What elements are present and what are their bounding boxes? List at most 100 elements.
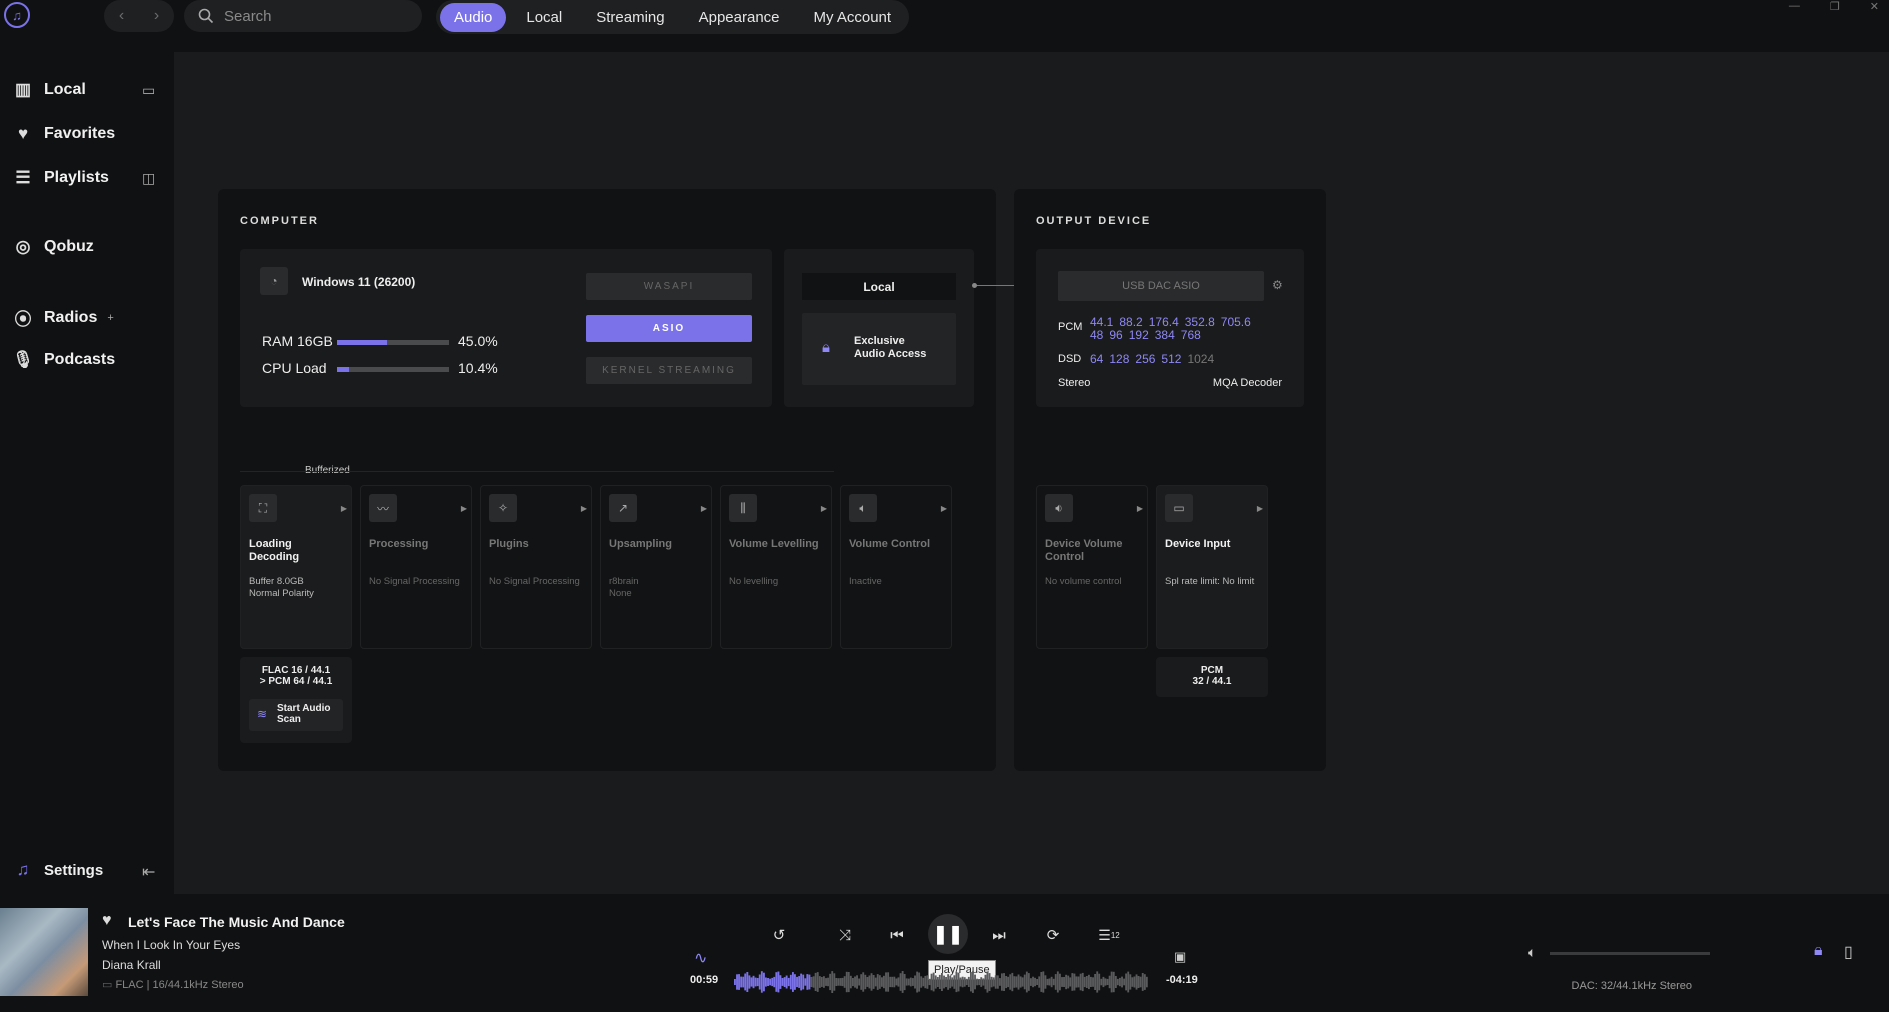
pipeline-stage[interactable]: 〰 ▶ Processing No Signal Processing [360,485,472,649]
waveform-bar [1127,971,1130,993]
shuffle-icon[interactable]: ⤨ [832,922,858,948]
forward-icon[interactable]: › [154,7,159,25]
back-icon[interactable]: ‹ [119,7,124,25]
app-logo-icon[interactable]: ♫ [4,2,30,28]
queue-icon[interactable]: ☰ 12 [1094,922,1124,948]
waveform-bar [1025,971,1028,993]
waveform-bar [1046,978,1049,986]
exclusive-lock-icon[interactable]: 🔒︎ [1814,942,1823,960]
speaker-device-icon[interactable]: ▯ [1844,942,1853,962]
tab-audio[interactable]: Audio [440,2,507,32]
waveform-bar [1123,978,1126,986]
asio-button[interactable]: ASIO [586,315,752,342]
play-pause-button[interactable]: ❚❚ [928,914,968,954]
pipeline-stage[interactable]: ↗ ▶ Upsampling r8brain None [600,485,712,649]
sidebar-item-radios[interactable]: ⦿ Radios + [12,305,114,330]
waveform-bar [1038,976,1041,988]
search-box[interactable] [184,0,422,32]
route-local[interactable]: Local [802,273,956,300]
tab-appearance[interactable]: Appearance [685,3,794,32]
pipeline-stage[interactable]: ✧ ▶ Plugins No Signal Processing [480,485,592,649]
exclusive-access-toggle[interactable]: 🔒︎ Exclusive Audio Access [802,313,956,385]
waveform-bar [736,974,738,990]
waveform-bar [1013,976,1016,988]
pipeline-stage[interactable]: 🔈︎ ▶ Volume Control Inactive [840,485,952,649]
sidebar-item-playlists[interactable]: ☰ Playlists [12,168,109,188]
tab-my-account[interactable]: My Account [800,3,906,32]
pcm-rate: 768 [1180,328,1201,342]
stage-arrow-icon: ▶ [340,504,347,513]
waveform-bar [1011,972,1014,992]
next-track-icon[interactable]: ⏭︎ [986,922,1012,948]
pcm-rate: 48 [1090,328,1104,342]
waveform-bar [907,978,910,986]
waveform-bar [1032,976,1034,988]
pcm-label: PCM [1058,321,1083,333]
waveform-bar [1125,973,1128,991]
waveform-bar [740,976,743,988]
waveform-bar [1088,974,1090,990]
pcm-rate: 88.2 [1119,315,1143,329]
volume-slider[interactable] [1550,952,1710,955]
dsd-rates: 64 128 256 512 1024 [1090,352,1220,366]
minimize-icon[interactable]: — [1789,0,1800,13]
add-radio-button[interactable]: + [107,312,113,324]
waveform-bar [1003,973,1005,991]
folder-icon[interactable]: ▭ [142,82,155,99]
repeat-icon[interactable]: ⟳ [1040,922,1066,948]
replay-icon[interactable]: ↺ [766,922,792,948]
waveform-toggle-icon[interactable]: ∿ [694,948,707,968]
mini-player-icon[interactable]: ▣ [1174,949,1186,965]
artist-name[interactable]: Diana Krall [102,958,161,972]
sidebar-item-local[interactable]: ▥ Local [12,80,86,100]
maximize-icon[interactable]: ❐ [1830,0,1840,13]
waveform-bar [775,972,778,992]
stage-description: No volume control [1045,576,1122,587]
waveform-bar [999,978,1001,986]
waveform-bar [951,977,954,987]
pcm-rates-row2: 48 96 192 384 768 [1090,328,1207,342]
collapse-sidebar-icon[interactable]: ⇤ [142,862,155,882]
close-icon[interactable]: ✕ [1870,0,1879,13]
tab-local[interactable]: Local [512,3,576,32]
playlist-icon: ☰ [15,168,31,187]
album-cover[interactable] [0,908,88,996]
sidebar-item-podcasts[interactable]: 🎙︎ Podcasts [12,350,115,370]
waveform-bar [1102,976,1105,988]
waveform-bar [1143,974,1146,990]
waveform-bar [789,974,792,990]
waveform-bar [1017,974,1020,990]
album-name[interactable]: When I Look In Your Eyes [102,938,240,952]
device-settings-gear-icon[interactable]: ⚙ [1272,278,1283,292]
sidebar-item-qobuz[interactable]: ◎ Qobuz [12,237,94,257]
pipeline-stage[interactable]: ⫼ ▶ Volume Levelling No levelling [720,485,832,649]
volume-icon[interactable]: 🔈︎ [1528,944,1536,961]
wasapi-button[interactable]: WASAPI [586,273,752,300]
favorite-heart-icon[interactable]: ♥ [102,912,112,930]
pcm-rate: 44.1 [1090,315,1114,329]
waveform-bar [959,977,962,987]
pcm-rate: 384 [1154,328,1175,342]
panel-toggle-icon[interactable]: ◫ [142,170,155,187]
start-audio-scan-button[interactable]: ≋ Start Audio Scan [249,699,343,731]
waveform-bar [978,979,981,986]
tab-streaming[interactable]: Streaming [582,3,678,32]
waveform-bar [818,976,821,988]
track-format-label: FLAC | 16/44.1kHz Stereo [115,979,244,991]
settings-button[interactable]: ♫ Settings [12,860,104,880]
pcm-rate: 192 [1128,328,1149,342]
pipeline-stage[interactable]: 🔉︎ ▶ Device Volume Control No volume contro… [1036,485,1148,649]
format-conversion: FLAC 16 / 44.1 > PCM 64 / 44.1 [259,665,333,687]
waveform-seekbar[interactable] [734,970,1148,994]
pipeline-stage[interactable]: ⛶ ▶ Loading Decoding Buffer 8.0GB Normal Po… [240,485,352,649]
previous-track-icon[interactable]: ⏮︎ [884,922,910,948]
kernel-streaming-button[interactable]: KERNEL STREAMING [586,357,752,384]
search-input[interactable] [224,7,394,25]
device-select[interactable]: USB DAC ASIO [1058,271,1264,301]
sidebar-item-favorites[interactable]: ♥ Favorites [12,124,115,144]
pipeline-stage[interactable]: ▭ ▶ Device Input Spl rate limit: No limit [1156,485,1268,649]
track-title[interactable]: Let's Face The Music And Dance [128,914,345,930]
waveform-bar [760,971,763,993]
waveform-bar [957,972,960,992]
speaker-icon: 🔈︎ [849,494,877,522]
